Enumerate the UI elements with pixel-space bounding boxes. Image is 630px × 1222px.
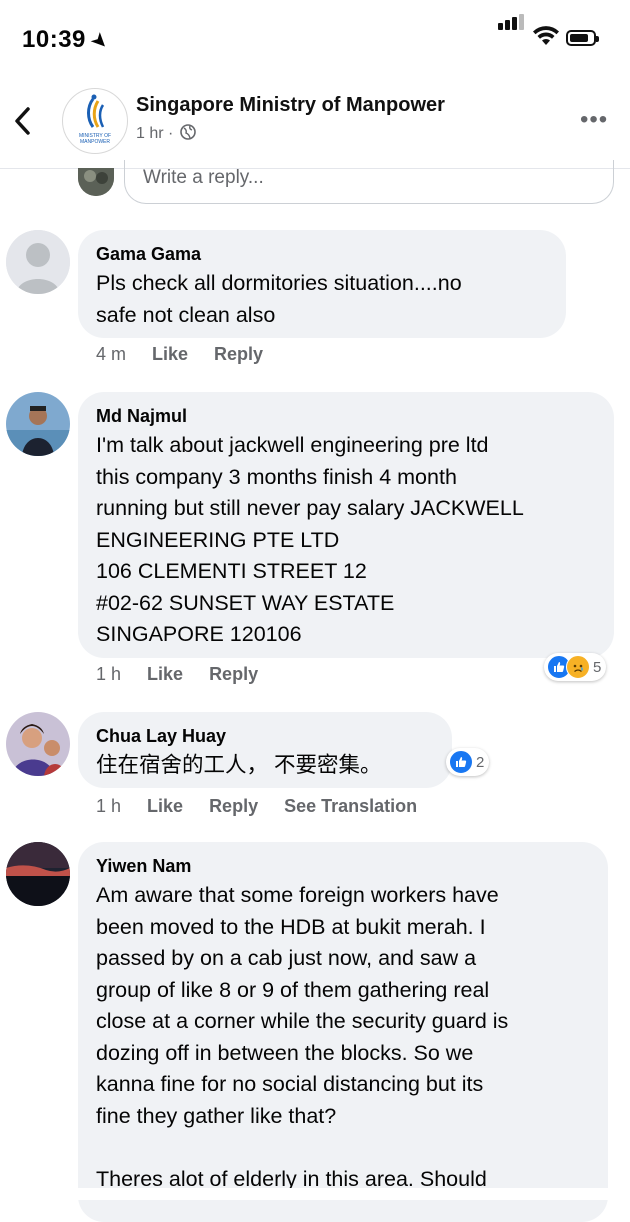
- status-bar: 10:39➤: [0, 0, 630, 80]
- reaction-count: 2: [476, 753, 485, 771]
- like-button[interactable]: Like: [147, 664, 183, 685]
- globe-icon: [179, 124, 196, 140]
- comment-actions: 1 h Like Reply See Translation: [96, 796, 443, 817]
- location-arrow-icon: ➤: [87, 28, 113, 54]
- comment-time: 1 h: [96, 796, 122, 816]
- post-meta: 1 hr ·: [136, 124, 196, 143]
- back-arrow-icon[interactable]: [12, 100, 42, 140]
- comment-text: Pls check all dormitories situation....n…: [96, 271, 462, 327]
- comment-text: 住在宿舍的工人， 不要密集。: [96, 753, 382, 777]
- svg-text:MANPOWER: MANPOWER: [80, 139, 110, 145]
- comment-time: 4 m: [96, 344, 127, 364]
- wifi-icon: [533, 26, 559, 45]
- comment-actions: 1 h Like Reply: [96, 664, 284, 685]
- comment-text: Am aware that some foreign workers have …: [96, 883, 509, 1191]
- reaction-count: 5: [593, 658, 602, 676]
- see-translation-button[interactable]: See Translation: [284, 796, 417, 817]
- status-time: 10:39➤: [22, 26, 113, 54]
- reply-placeholder: Write a reply...: [143, 167, 264, 188]
- comment-bubble[interactable]: Yiwen Nam Am aware that some foreign wor…: [78, 842, 608, 1222]
- commenter-avatar[interactable]: [6, 712, 70, 776]
- ministry-logo[interactable]: MINISTRY OF MANPOWER: [62, 88, 128, 154]
- comment-text: I'm talk about jackwell engineering pre …: [96, 433, 524, 646]
- comment-bubble[interactable]: Chua Lay Huay 住在宿舍的工人， 不要密集。: [78, 712, 452, 788]
- commenter-avatar[interactable]: [6, 230, 70, 294]
- like-reaction-icon: [449, 750, 473, 774]
- post-header: MINISTRY OF MANPOWER Singapore Ministry …: [0, 80, 630, 169]
- reply-input[interactable]: Write a reply...: [124, 160, 614, 204]
- page-name[interactable]: Singapore Ministry of Manpower: [136, 94, 445, 117]
- comment-time: 1 h: [96, 664, 122, 684]
- comment-actions: 4 m Like Reply: [96, 344, 289, 365]
- comment-author[interactable]: Yiwen Nam: [96, 856, 191, 877]
- reactions-summary[interactable]: 5: [544, 653, 607, 681]
- reactions-summary[interactable]: 2: [446, 748, 490, 776]
- like-button[interactable]: Like: [152, 344, 188, 365]
- commenter-avatar[interactable]: [6, 842, 70, 906]
- comment-author[interactable]: Md Najmul: [96, 406, 187, 427]
- user-avatar: [78, 168, 114, 196]
- more-options-icon[interactable]: •••: [580, 106, 608, 134]
- comment-bubble[interactable]: Gama Gama Pls check all dormitories situ…: [78, 230, 566, 338]
- comment-author[interactable]: Gama Gama: [96, 244, 201, 265]
- sad-reaction-icon: [566, 655, 590, 679]
- reply-button[interactable]: Reply: [209, 796, 258, 817]
- comment-bubble[interactable]: Md Najmul I'm talk about jackwell engine…: [78, 392, 614, 658]
- reply-button[interactable]: Reply: [214, 344, 263, 365]
- scroll-edge: [0, 1188, 630, 1200]
- post-time: 1 hr ·: [136, 125, 174, 142]
- like-button[interactable]: Like: [147, 796, 183, 817]
- commenter-avatar[interactable]: [6, 392, 70, 456]
- reply-button[interactable]: Reply: [209, 664, 258, 685]
- clock-text: 10:39: [22, 26, 86, 53]
- battery-icon: [566, 30, 599, 46]
- comment-author[interactable]: Chua Lay Huay: [96, 726, 226, 747]
